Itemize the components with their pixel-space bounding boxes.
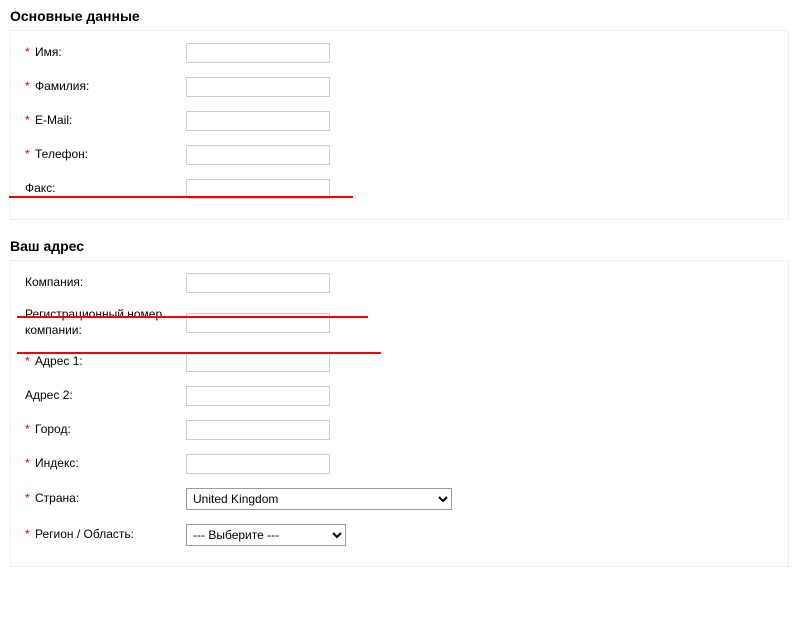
row-address-2: Адрес 2: — [21, 386, 778, 406]
row-region: * Регион / Область: --- Выберите --- — [21, 524, 778, 546]
input-address-1[interactable] — [186, 352, 330, 372]
row-company-reg-number: Регистрационный номер компании: — [21, 307, 778, 338]
annotation-strike-fax — [9, 196, 353, 198]
input-phone[interactable] — [186, 145, 330, 165]
label-email: * E-Mail: — [21, 113, 186, 129]
input-company[interactable] — [186, 273, 330, 293]
label-address-1: * Адрес 1: — [21, 354, 186, 370]
input-surname[interactable] — [186, 77, 330, 97]
row-email: * E-Mail: — [21, 111, 778, 131]
row-city: * Город: — [21, 420, 778, 440]
required-star: * — [25, 527, 30, 541]
input-name[interactable] — [186, 43, 330, 63]
required-star: * — [25, 491, 30, 505]
panel-your-address: Компания: Регистрационный номер компании… — [10, 260, 789, 567]
input-city[interactable] — [186, 420, 330, 440]
heading-your-address: Ваш адрес — [10, 238, 789, 254]
input-postcode[interactable] — [186, 454, 330, 474]
row-address-1: * Адрес 1: — [21, 352, 778, 372]
input-email[interactable] — [186, 111, 330, 131]
annotation-strike-company — [17, 316, 368, 318]
row-postcode: * Индекс: — [21, 454, 778, 474]
panel-basic-data: * Имя: * Фамилия: * E-Mail: * Телефон: Ф… — [10, 30, 789, 220]
label-company-reg-number: Регистрационный номер компании: — [21, 307, 186, 338]
required-star: * — [25, 113, 30, 127]
select-country[interactable]: United Kingdom — [186, 488, 452, 510]
required-star: * — [25, 422, 30, 436]
label-address-2: Адрес 2: — [21, 388, 186, 404]
required-star: * — [25, 354, 30, 368]
select-region[interactable]: --- Выберите --- — [186, 524, 346, 546]
annotation-strike-company-reg-number — [17, 352, 381, 354]
label-company: Компания: — [21, 275, 186, 291]
row-company: Компания: — [21, 273, 778, 293]
label-city: * Город: — [21, 422, 186, 438]
label-postcode: * Индекс: — [21, 456, 186, 472]
input-address-2[interactable] — [186, 386, 330, 406]
row-phone: * Телефон: — [21, 145, 778, 165]
required-star: * — [25, 79, 30, 93]
row-country: * Страна: United Kingdom — [21, 488, 778, 510]
row-name: * Имя: — [21, 43, 778, 63]
row-surname: * Фамилия: — [21, 77, 778, 97]
label-surname: * Фамилия: — [21, 79, 186, 95]
required-star: * — [25, 45, 30, 59]
heading-basic-data: Основные данные — [10, 8, 789, 24]
label-fax: Факс: — [21, 181, 186, 197]
label-phone: * Телефон: — [21, 147, 186, 163]
label-country: * Страна: — [21, 491, 186, 507]
required-star: * — [25, 147, 30, 161]
label-region: * Регион / Область: — [21, 527, 186, 543]
label-name: * Имя: — [21, 45, 186, 61]
required-star: * — [25, 456, 30, 470]
